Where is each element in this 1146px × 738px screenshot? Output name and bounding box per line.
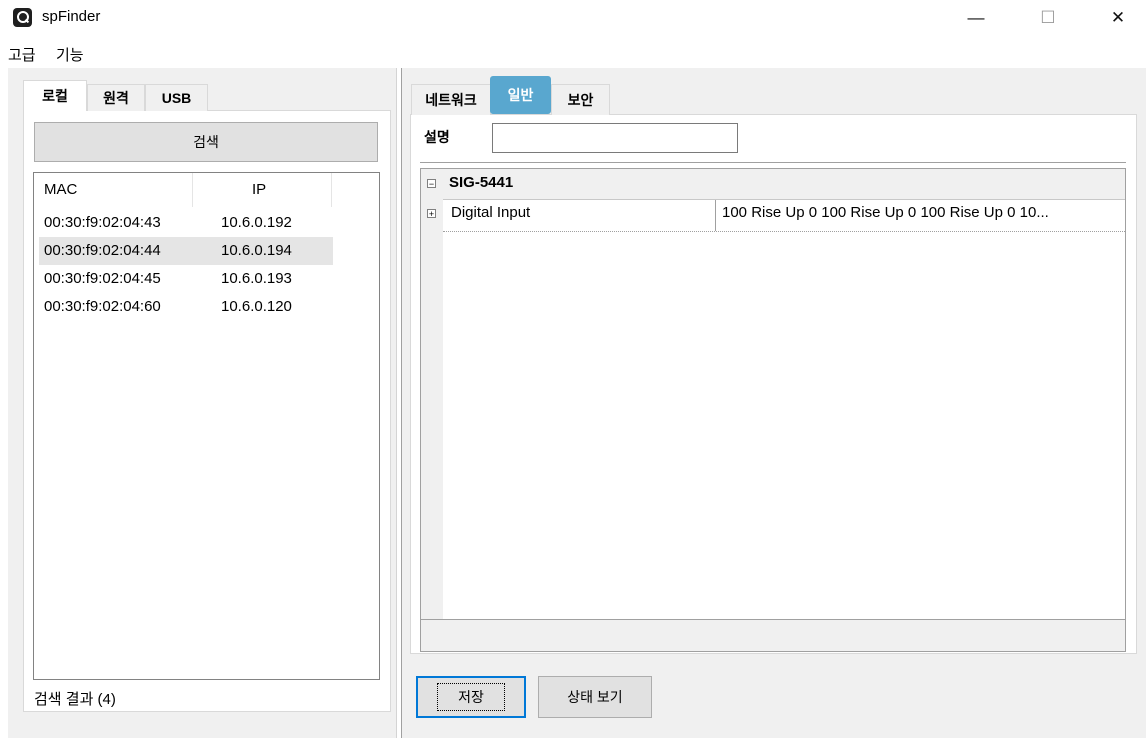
device-list[interactable]: MAC IP 00:30:f9:02:04:43 10.6.0.192 00:3… [33, 172, 380, 680]
list-item[interactable]: 00:30:f9:02:04:45 10.6.0.193 [39, 265, 333, 293]
list-item-selected[interactable]: 00:30:f9:02:04:44 10.6.0.194 [39, 237, 333, 265]
save-button-label: 저장 [437, 683, 505, 711]
menu-advanced[interactable]: 고급 [8, 44, 36, 65]
grid-column-divider[interactable] [715, 200, 716, 231]
search-button[interactable]: 검색 [34, 122, 378, 162]
tab-general[interactable]: 일반 [490, 76, 551, 114]
tab-remote[interactable]: 원격 [87, 84, 145, 111]
search-result-count: 검색 결과 (4) [34, 691, 116, 708]
menu-function[interactable]: 기능 [56, 44, 84, 65]
property-grid[interactable]: − SIG-5441 + Digital Input 100 Rise Up 0… [420, 168, 1126, 652]
grid-margin [421, 169, 443, 619]
description-input[interactable] [492, 123, 738, 153]
tab-local[interactable]: 로컬 [23, 80, 87, 111]
property-value[interactable]: 100 Rise Up 0 100 Rise Up 0 100 Rise Up … [722, 204, 1049, 221]
grid-property-row[interactable]: + Digital Input 100 Rise Up 0 100 Rise U… [421, 200, 1125, 231]
mac-cell: 00:30:f9:02:04:60 [44, 298, 161, 315]
grid-group-row[interactable]: − SIG-5441 [421, 169, 1125, 199]
list-item[interactable]: 00:30:f9:02:04:60 10.6.0.120 [39, 293, 333, 321]
mac-cell: 00:30:f9:02:04:44 [44, 242, 161, 259]
column-divider[interactable] [331, 173, 332, 207]
tab-usb[interactable]: USB [145, 84, 208, 111]
list-item[interactable]: 00:30:f9:02:04:43 10.6.0.192 [39, 209, 333, 237]
mac-cell: 00:30:f9:02:04:43 [44, 214, 161, 231]
mac-cell: 00:30:f9:02:04:45 [44, 270, 161, 287]
divider [420, 162, 1126, 163]
minimize-button[interactable]: — [953, 0, 999, 36]
description-label: 설명 [424, 129, 450, 145]
grid-description-area [421, 619, 1125, 651]
tab-network[interactable]: 네트워크 [411, 84, 491, 115]
app-search-icon [13, 8, 32, 27]
column-header-ip[interactable]: IP [252, 181, 266, 198]
window-title: spFinder [42, 8, 101, 25]
ip-cell: 10.6.0.192 [221, 214, 292, 231]
collapse-icon[interactable]: − [427, 179, 436, 189]
expand-icon[interactable]: + [427, 209, 436, 219]
group-title: SIG-5441 [449, 174, 514, 191]
grid-line [443, 231, 1125, 232]
ip-cell: 10.6.0.193 [221, 270, 292, 287]
view-status-button[interactable]: 상태 보기 [538, 676, 652, 718]
property-name: Digital Input [451, 204, 531, 221]
ip-cell: 10.6.0.120 [221, 298, 292, 315]
save-button[interactable]: 저장 [416, 676, 526, 718]
close-button[interactable]: ✕ [1095, 0, 1141, 36]
maximize-button[interactable]: ☐ [1025, 0, 1071, 36]
panel-splitter[interactable] [396, 68, 402, 738]
tab-security[interactable]: 보안 [551, 84, 610, 115]
column-divider[interactable] [192, 173, 193, 207]
menu-bar [0, 40, 1146, 68]
column-header-mac[interactable]: MAC [44, 181, 77, 198]
ip-cell: 10.6.0.194 [221, 242, 292, 259]
